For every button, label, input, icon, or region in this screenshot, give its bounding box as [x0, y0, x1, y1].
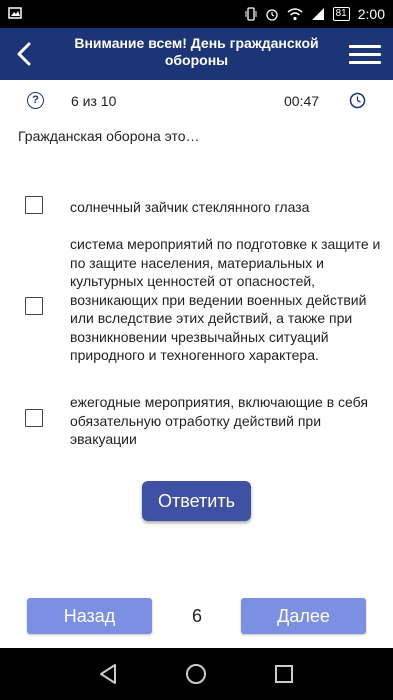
answer-option[interactable]: система мероприятий по подготовке к защи…: [0, 235, 393, 381]
quiz-info-bar: ? 6 из 10 00:47: [0, 88, 393, 114]
clock-icon: [349, 92, 366, 109]
vibrate-icon: [245, 7, 257, 21]
signal-icon: [311, 8, 324, 20]
page-number: 6: [191, 606, 202, 626]
previous-button[interactable]: Назад: [27, 598, 152, 634]
back-arrow-icon: [17, 42, 31, 66]
image-icon: [8, 7, 22, 19]
timer: 00:47: [284, 93, 320, 109]
hamburger-menu-icon[interactable]: [349, 40, 381, 68]
app-bar: Внимание всем! День гражданской обороны: [0, 28, 393, 80]
answer-option[interactable]: солнечный зайчик стеклянного глаза: [0, 196, 393, 218]
option-label: система мероприятий по подготовке к защи…: [70, 236, 381, 363]
page-title: Внимание всем! День гражданской обороны: [74, 35, 319, 68]
submit-answer-button[interactable]: Ответить: [142, 481, 251, 521]
nav-home-icon[interactable]: [184, 662, 208, 686]
status-time: 2:00: [357, 6, 385, 22]
wifi-icon: [287, 8, 303, 21]
option-label: солнечный зайчик стеклянного глаза: [70, 199, 310, 215]
nav-recents-icon[interactable]: [272, 662, 296, 686]
option-checkbox[interactable]: [25, 196, 43, 214]
next-button[interactable]: Далее: [241, 598, 366, 634]
option-label: ежегодные мероприятия, включающие в себя…: [70, 394, 368, 447]
status-bar: 81 2:00: [0, 0, 393, 28]
help-icon[interactable]: ?: [27, 92, 44, 109]
back-button[interactable]: [8, 38, 40, 70]
system-nav-bar: [0, 648, 393, 700]
option-checkbox[interactable]: [25, 297, 43, 315]
battery-icon: 81: [332, 7, 350, 21]
answer-option[interactable]: ежегодные мероприятия, включающие в себя…: [0, 393, 393, 449]
question-counter: 6 из 10: [71, 93, 117, 109]
question-text: Гражданская оборона это…: [18, 128, 200, 144]
nav-back-icon[interactable]: [96, 662, 120, 686]
alarm-icon: [265, 9, 278, 21]
option-checkbox[interactable]: [25, 409, 43, 427]
